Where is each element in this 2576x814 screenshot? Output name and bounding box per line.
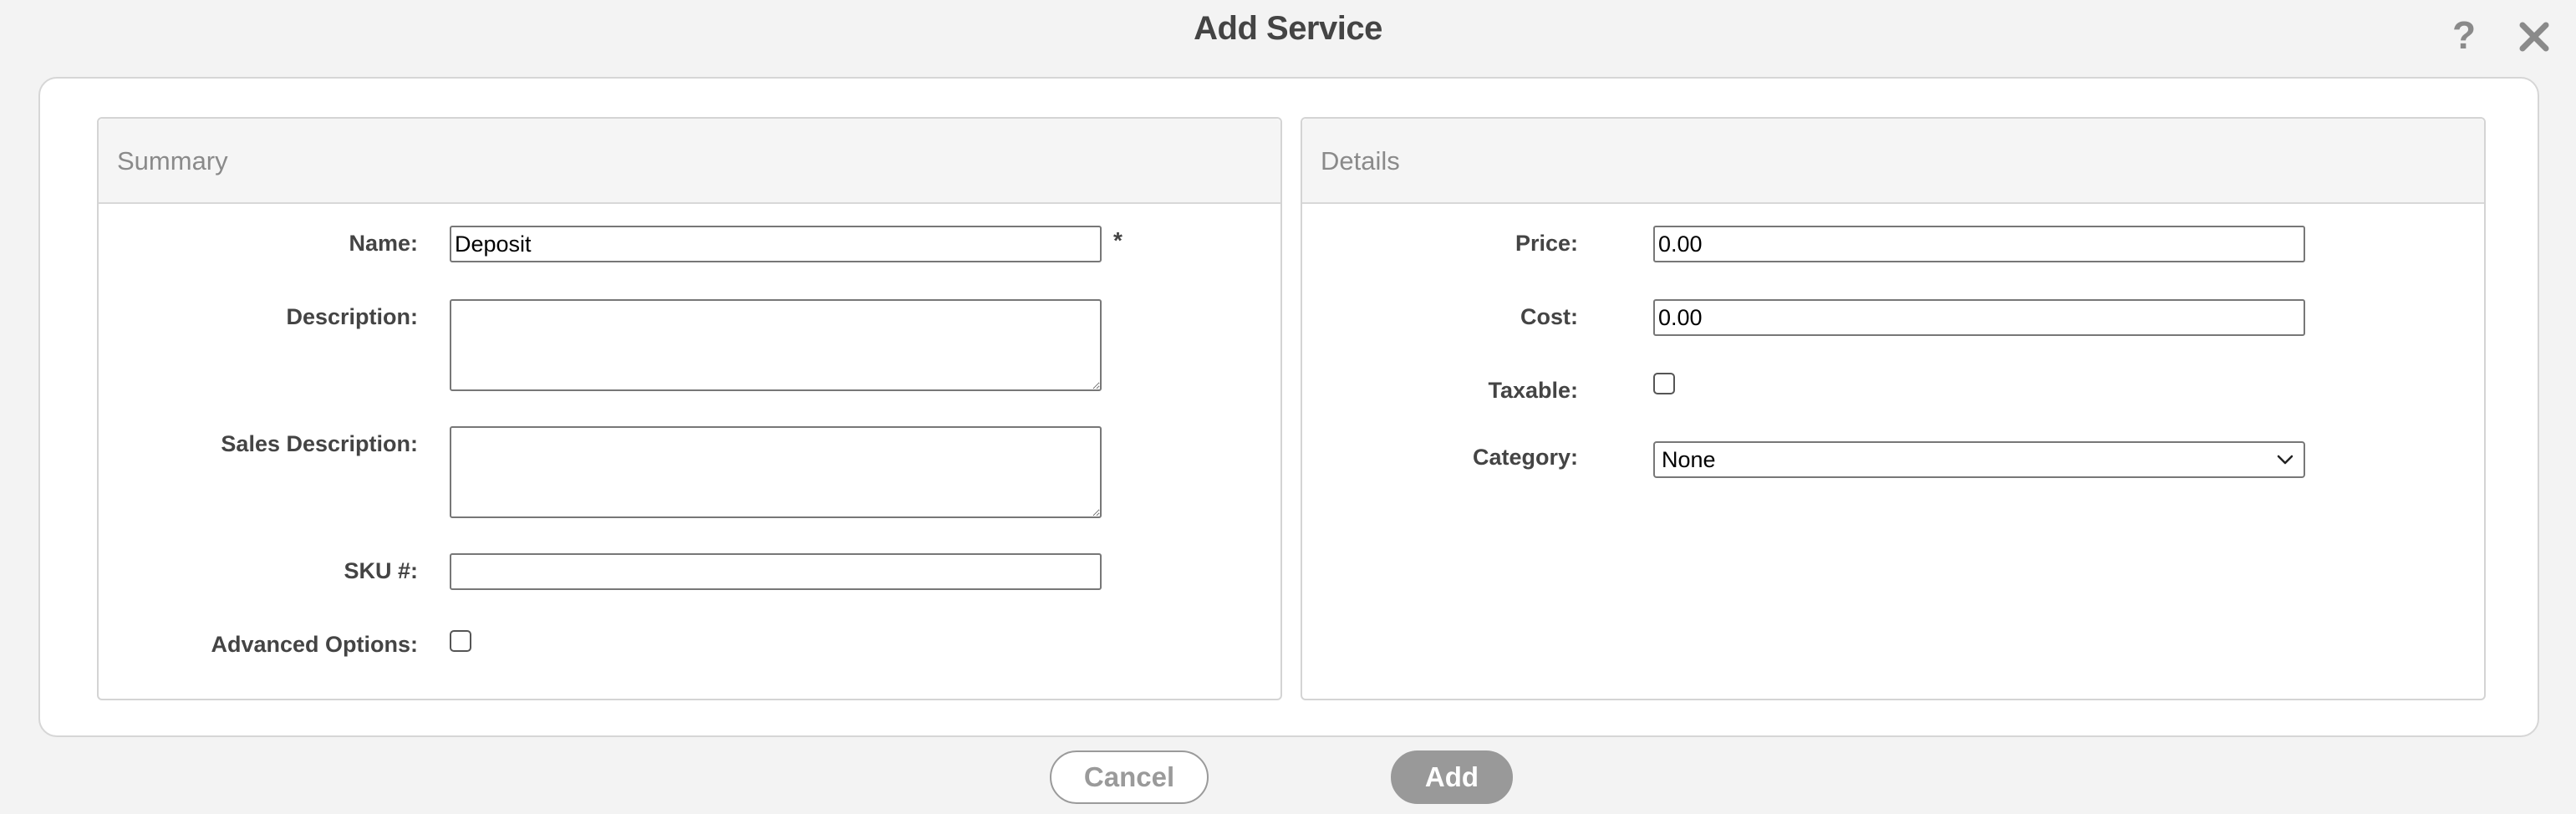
details-panel: Details Price: Cost: Taxable: Category: … <box>1301 117 2486 700</box>
advanced-options-checkbox[interactable] <box>450 630 471 652</box>
sales-description-textarea[interactable] <box>450 426 1102 518</box>
name-label: Name: <box>349 231 418 256</box>
summary-header: Summary <box>99 119 1280 204</box>
cost-input[interactable] <box>1653 299 2305 336</box>
price-label: Price: <box>1515 231 1578 256</box>
sku-label: SKU #: <box>344 558 418 583</box>
price-input[interactable] <box>1653 226 2305 262</box>
sku-input[interactable] <box>450 553 1102 590</box>
cancel-button[interactable]: Cancel <box>1050 750 1209 804</box>
add-button[interactable]: Add <box>1391 750 1513 804</box>
close-icon[interactable] <box>2514 17 2554 57</box>
category-label: Category: <box>1472 445 1578 470</box>
form-card: Summary Name: * Description: Sales Descr… <box>38 77 2539 737</box>
taxable-label: Taxable: <box>1488 378 1578 403</box>
advanced-options-label: Advanced Options: <box>211 632 418 657</box>
chevron-down-icon <box>2277 455 2293 465</box>
category-select[interactable]: None <box>1653 441 2305 478</box>
description-textarea[interactable] <box>450 299 1102 391</box>
summary-panel: Summary Name: * Description: Sales Descr… <box>97 117 1282 700</box>
sales-description-label: Sales Description: <box>221 431 418 456</box>
required-marker: * <box>1113 227 1123 253</box>
taxable-checkbox[interactable] <box>1653 373 1675 394</box>
description-label: Description: <box>286 304 418 329</box>
category-selected-value: None <box>1662 447 1716 472</box>
cost-label: Cost: <box>1520 304 1578 329</box>
help-icon[interactable]: ? <box>2446 13 2482 57</box>
dialog-title: Add Service <box>1194 10 1382 47</box>
name-input[interactable] <box>450 226 1102 262</box>
details-header: Details <box>1302 119 2484 204</box>
